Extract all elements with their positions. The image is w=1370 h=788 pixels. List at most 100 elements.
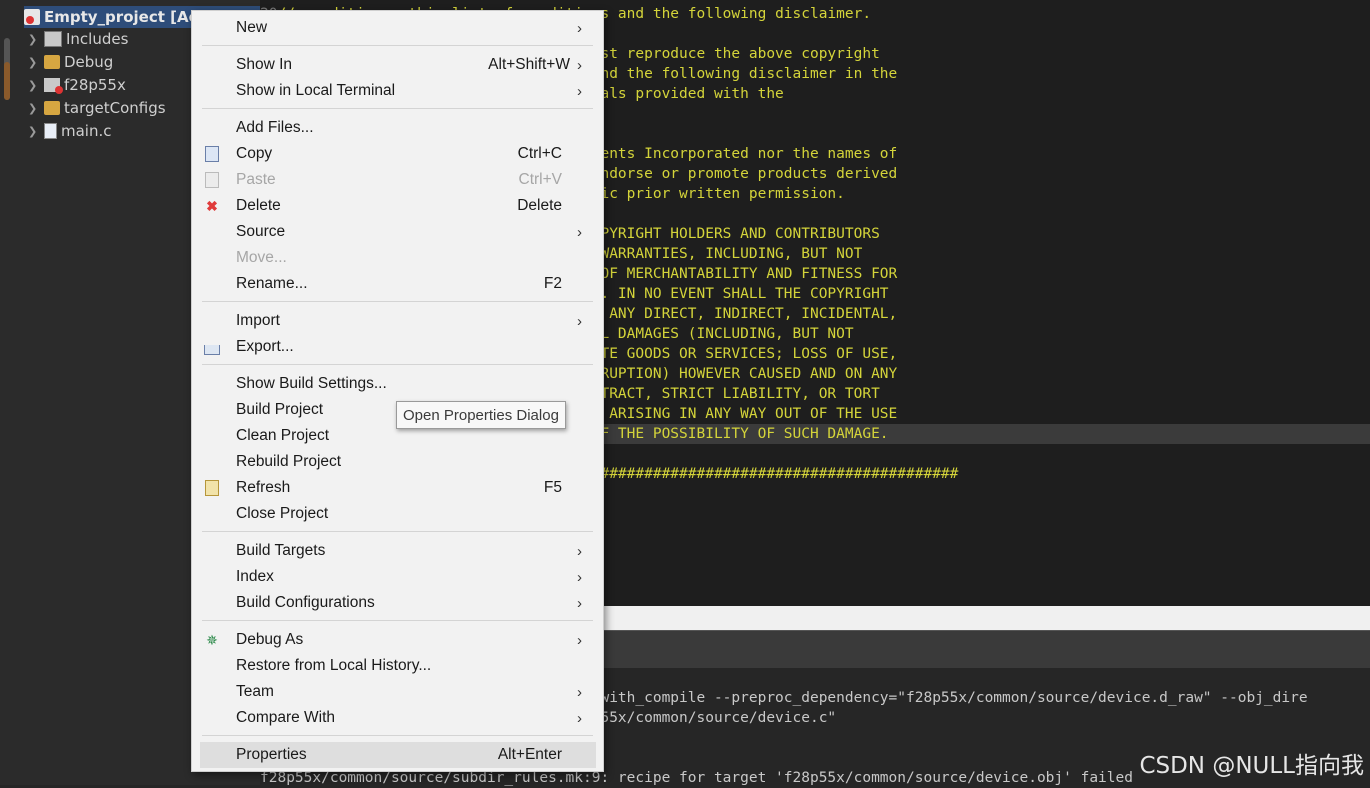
menu-item-label: Delete xyxy=(236,197,281,214)
chevron-right-icon: › xyxy=(577,631,582,649)
chevron-right-icon: › xyxy=(577,709,582,727)
tree-item-label: targetConfigs xyxy=(64,99,166,117)
menu-item-label: Compare With xyxy=(236,709,336,726)
tree-item-debug[interactable]: ❯ Debug xyxy=(28,51,113,73)
menu-item-show-in-local-terminal[interactable]: Show in Local Terminal › xyxy=(200,78,596,104)
chevron-right-icon: › xyxy=(577,223,582,241)
menu-item-shortcut: F5 xyxy=(543,479,562,496)
tree-item-label: Includes xyxy=(66,30,129,48)
c-file-icon xyxy=(44,123,57,139)
menu-item-label: Close Project xyxy=(236,505,329,522)
menu-item-paste[interactable]: Paste Ctrl+V xyxy=(200,167,596,193)
menu-item-close-project[interactable]: Close Project xyxy=(200,501,596,527)
tree-item-label: f28p55x xyxy=(64,76,126,94)
menu-item-label: Show In xyxy=(236,56,293,73)
menu-separator xyxy=(202,531,593,532)
menu-item-label: Build Project xyxy=(236,401,324,418)
menu-item-restore-local-history[interactable]: Restore from Local History... xyxy=(200,653,596,679)
menu-item-label: Import xyxy=(236,312,280,329)
menu-item-export[interactable]: Export... xyxy=(200,334,596,360)
menu-item-new[interactable]: New › xyxy=(200,15,596,41)
menu-item-shortcut: F2 xyxy=(543,275,562,292)
menu-separator xyxy=(202,735,593,736)
menu-item-label: Paste xyxy=(236,171,276,188)
menu-item-add-files[interactable]: Add Files... xyxy=(200,115,596,141)
menu-item-label: Copy xyxy=(236,145,273,162)
context-menu: New › Show In Alt+Shift+W › Show in Loca… xyxy=(191,10,604,772)
menu-item-label: Rename... xyxy=(236,275,308,292)
menu-item-label: Move... xyxy=(236,249,287,266)
menu-item-compare-with[interactable]: Compare With › xyxy=(200,705,596,731)
menu-item-label: New xyxy=(236,19,268,36)
menu-item-label: Build Targets xyxy=(236,542,326,559)
menu-separator xyxy=(202,108,593,109)
folder-icon xyxy=(44,101,60,115)
chevron-right-icon: › xyxy=(577,82,582,100)
menu-item-move[interactable]: Move... xyxy=(200,245,596,271)
menu-item-shortcut: Alt+Shift+W xyxy=(488,56,570,73)
menu-item-show-build-settings[interactable]: Show Build Settings... xyxy=(200,371,596,397)
copy-icon xyxy=(204,146,220,162)
paste-icon xyxy=(204,172,220,188)
menu-item-copy[interactable]: Copy Ctrl+C xyxy=(200,141,596,167)
menu-item-index[interactable]: Index › xyxy=(200,564,596,590)
menu-item-source[interactable]: Source › xyxy=(200,219,596,245)
menu-item-build-configurations[interactable]: Build Configurations › xyxy=(200,590,596,616)
menu-item-label: Source xyxy=(236,223,286,240)
menu-item-label: Rebuild Project xyxy=(236,453,342,470)
tree-item-label: Debug xyxy=(64,53,114,71)
menu-item-build-targets[interactable]: Build Targets › xyxy=(200,538,596,564)
menu-item-shortcut: Ctrl+V xyxy=(518,171,563,188)
tree-item-label: main.c xyxy=(61,122,112,140)
menu-separator xyxy=(202,301,593,302)
chevron-right-icon[interactable]: ❯ xyxy=(28,56,42,69)
export-icon xyxy=(204,339,220,355)
watermark: CSDN @NULL指向我 xyxy=(1139,753,1364,779)
menu-item-show-in[interactable]: Show In Alt+Shift+W › xyxy=(200,52,596,78)
menu-item-label: Build Configurations xyxy=(236,594,375,611)
folder-icon xyxy=(44,55,60,69)
menu-item-label: Team xyxy=(236,683,274,700)
menu-item-refresh[interactable]: Refresh F5 xyxy=(200,475,596,501)
menu-item-import[interactable]: Import › xyxy=(200,308,596,334)
error-folder-icon xyxy=(44,78,63,94)
menu-separator xyxy=(202,45,593,46)
menu-item-debug-as[interactable]: ✵ Debug As › xyxy=(200,627,596,653)
explorer-scrollbar-thumb[interactable] xyxy=(4,62,10,100)
menu-item-label: Clean Project xyxy=(236,427,330,444)
chevron-right-icon: › xyxy=(577,56,582,74)
chevron-right-icon[interactable]: ❯ xyxy=(28,79,42,92)
chevron-right-icon[interactable]: ❯ xyxy=(28,125,42,138)
properties-tooltip: Open Properties Dialog xyxy=(396,401,566,429)
menu-item-shortcut: Ctrl+C xyxy=(517,145,562,162)
menu-item-properties[interactable]: Properties Alt+Enter xyxy=(200,742,596,768)
chevron-right-icon: › xyxy=(577,19,582,37)
menu-separator xyxy=(202,364,593,365)
chevron-right-icon: › xyxy=(577,683,582,701)
menu-item-rename[interactable]: Rename... F2 xyxy=(200,271,596,297)
menu-item-shortcut: Delete xyxy=(517,197,562,214)
chevron-right-icon[interactable]: ❯ xyxy=(28,33,42,46)
menu-item-label: Refresh xyxy=(236,479,291,496)
tree-item-includes[interactable]: ❯ Includes xyxy=(28,28,128,50)
menu-item-label: Show in Local Terminal xyxy=(236,82,396,99)
tree-item-f28p55x[interactable]: ❯ f28p55x xyxy=(28,74,126,96)
tree-item-main-c[interactable]: ❯ main.c xyxy=(28,120,112,142)
chevron-right-icon: › xyxy=(577,568,582,586)
refresh-icon xyxy=(204,480,220,496)
chevron-right-icon: › xyxy=(577,312,582,330)
menu-item-delete[interactable]: ✖ Delete Delete xyxy=(200,193,596,219)
menu-item-label: Add Files... xyxy=(236,119,314,136)
menu-item-label: Index xyxy=(236,568,274,585)
menu-item-rebuild-project[interactable]: Rebuild Project xyxy=(200,449,596,475)
menu-item-label: Restore from Local History... xyxy=(236,657,432,674)
chevron-right-icon[interactable]: ❯ xyxy=(28,102,42,115)
project-error-icon xyxy=(24,9,40,25)
delete-icon: ✖ xyxy=(206,197,218,214)
includes-icon xyxy=(44,31,62,47)
tree-item-targetconfigs[interactable]: ❯ targetConfigs xyxy=(28,97,166,119)
menu-item-label: Export... xyxy=(236,338,294,355)
menu-item-team[interactable]: Team › xyxy=(200,679,596,705)
chevron-right-icon: › xyxy=(577,594,582,612)
bug-icon: ✵ xyxy=(206,631,218,648)
